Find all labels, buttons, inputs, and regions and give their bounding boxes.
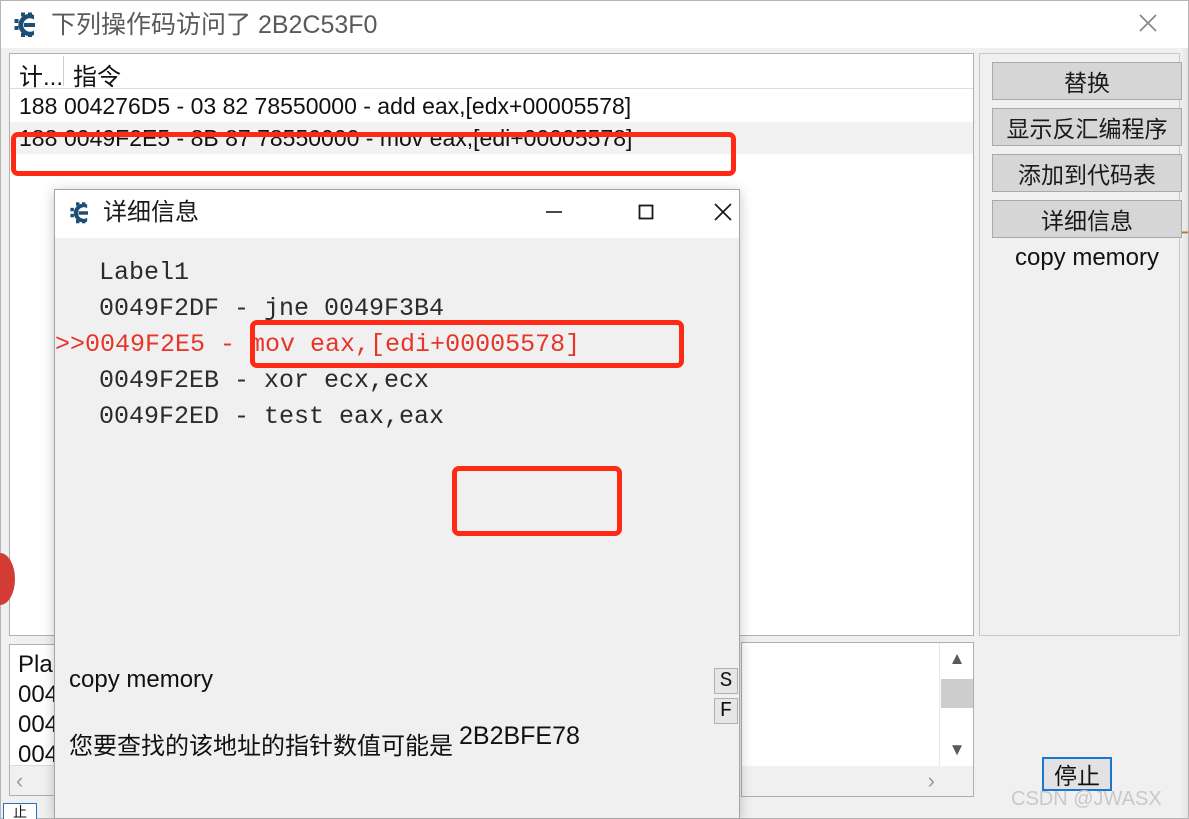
chevron-right-icon[interactable]: › bbox=[928, 768, 935, 794]
replace-button[interactable]: 替换 bbox=[992, 62, 1182, 100]
column-header-instruction[interactable]: 指令 bbox=[73, 57, 121, 92]
asm-line-current: >>0049F2E5 - mov eax,[edi+00005578] bbox=[55, 330, 581, 359]
copy-memory-label: copy memory bbox=[69, 666, 214, 693]
dialog-titlebar: 详细信息 bbox=[55, 190, 739, 238]
flag-button-f[interactable]: F bbox=[714, 698, 738, 724]
side-panel: 替换 显示反汇编程序 添加到代码表 详细信息 copy memory bbox=[979, 53, 1182, 636]
chevron-down-icon[interactable]: ▼ bbox=[940, 734, 974, 766]
asm-line: Label1 bbox=[69, 258, 190, 287]
vertical-scrollbar[interactable]: ▲ ▼ bbox=[939, 643, 973, 766]
table-row[interactable]: 188 004276D5 - 03 82 78550000 - add eax,… bbox=[10, 90, 973, 122]
chevron-left-icon[interactable]: ‹ bbox=[16, 768, 23, 794]
copy-memory-label: copy memory bbox=[1014, 244, 1160, 271]
table-row-selected[interactable]: 188 0049F2E5 - 8B 87 78550000 - mov eax,… bbox=[10, 122, 973, 154]
asm-line: 0049F2EB - xor ecx,ecx bbox=[69, 366, 430, 395]
close-icon[interactable] bbox=[705, 190, 741, 234]
horizontal-scrollbar[interactable]: › bbox=[742, 766, 973, 796]
close-icon[interactable] bbox=[1118, 1, 1178, 45]
row-instruction: 0049F2E5 - 8B 87 78550000 - mov eax,[edi… bbox=[64, 124, 633, 151]
main-window-title: 下列操作码访问了 2B2C53F0 bbox=[51, 11, 378, 39]
watermark: CSDN @JWASX bbox=[1011, 788, 1162, 810]
pointer-value-label: 您要查找的该地址的指针数值可能是 bbox=[69, 733, 453, 760]
taskbar-stub[interactable]: 止 bbox=[3, 803, 37, 819]
stop-button[interactable]: 停止 bbox=[1042, 757, 1112, 791]
flag-button-s[interactable]: S bbox=[714, 668, 738, 694]
asm-line: 0049F2DF - jne 0049F3B4 bbox=[69, 294, 445, 323]
details-button[interactable]: 详细信息 bbox=[992, 200, 1182, 238]
asm-line: 0049F2ED - test eax,eax bbox=[69, 402, 445, 431]
show-disassembler-button[interactable]: 显示反汇编程序 bbox=[992, 108, 1182, 146]
screen-root: 下列操作码访问了 2B2C53F0 ⌐ 计... 指令 188 004276D5… bbox=[0, 0, 1189, 819]
column-divider bbox=[63, 56, 64, 86]
chevron-up-icon[interactable]: ▲ bbox=[940, 643, 974, 675]
column-header-count[interactable]: 计... bbox=[19, 57, 63, 92]
main-titlebar: 下列操作码访问了 2B2C53F0 bbox=[1, 1, 1188, 48]
maximize-icon[interactable] bbox=[615, 190, 677, 234]
add-to-codelist-button[interactable]: 添加到代码表 bbox=[992, 154, 1182, 192]
row-count: 188 bbox=[19, 92, 58, 119]
row-instruction: 004276D5 - 03 82 78550000 - add eax,[edx… bbox=[64, 92, 632, 119]
pointer-value: 2B2BFE78 bbox=[459, 722, 580, 750]
cheat-engine-icon bbox=[13, 11, 43, 39]
minimize-icon[interactable] bbox=[523, 190, 585, 234]
dialog-body: Label1 0049F2DF - jne 0049F3B4 >>0049F2E… bbox=[55, 238, 739, 818]
dialog-title: 详细信息 bbox=[103, 199, 199, 226]
cheat-engine-icon bbox=[69, 201, 95, 225]
details-dialog: 详细信息 Label1 0049F2DF - jne 0049F3B4 >>00… bbox=[54, 189, 740, 819]
row-count: 188 bbox=[19, 124, 58, 151]
opcode-list-header: 计... 指令 bbox=[10, 54, 973, 92]
bottom-right-panel: ▲ ▼ › bbox=[741, 642, 974, 797]
scrollbar-thumb[interactable] bbox=[941, 679, 973, 708]
